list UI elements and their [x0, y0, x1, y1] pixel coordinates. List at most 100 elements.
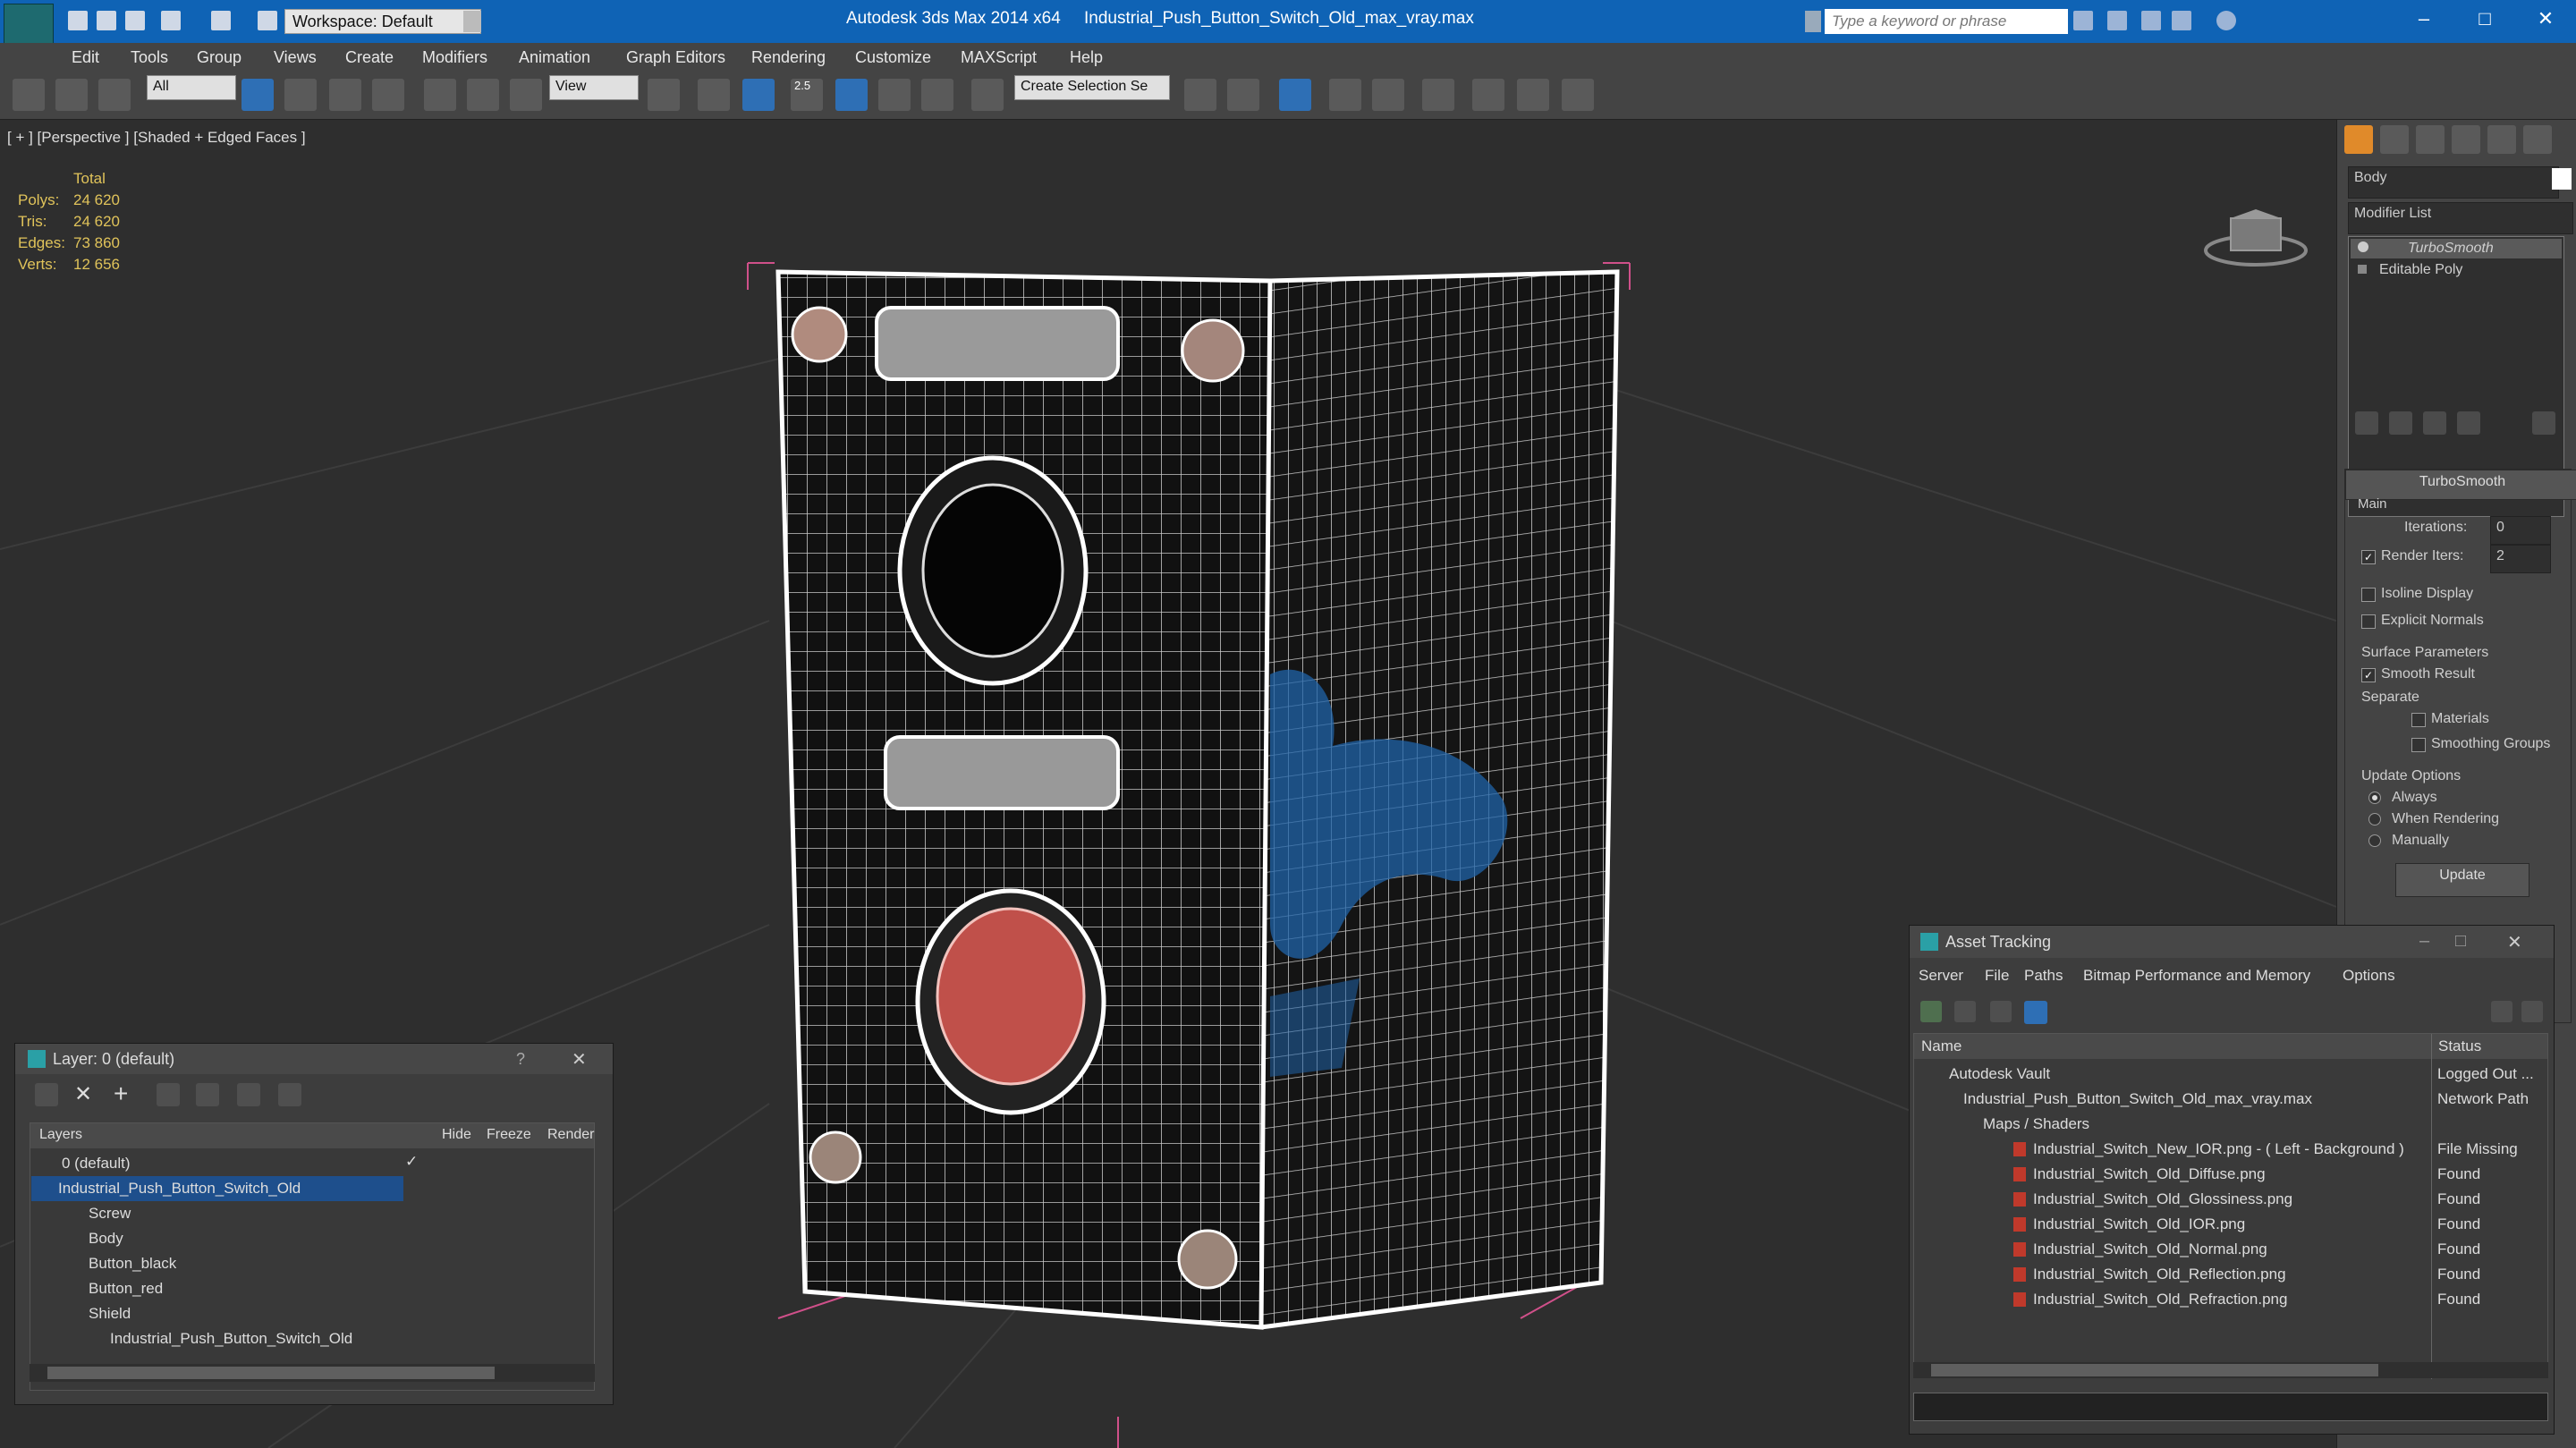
menu-rendering[interactable]: Rendering — [751, 48, 826, 67]
viewport-label[interactable]: [ + ] [Perspective ] [Shaded + Edged Fac… — [7, 129, 306, 147]
selection-filter-dropdown[interactable]: All — [147, 75, 236, 100]
layer-row[interactable]: Button_black — [31, 1251, 593, 1276]
asset-row[interactable]: Industrial_Switch_New_IOR.png - ( Left -… — [1913, 1137, 2539, 1162]
menu-edit[interactable]: Edit — [72, 48, 99, 67]
tree-view-icon[interactable] — [1990, 1001, 2012, 1022]
materials-checkbox[interactable] — [2411, 713, 2426, 727]
save-file-icon[interactable] — [125, 11, 145, 30]
asset-help-icon[interactable] — [2491, 1001, 2512, 1022]
help-icon[interactable] — [2216, 11, 2236, 30]
asset-row[interactable]: Maps / Shaders — [1913, 1112, 2539, 1137]
stack-item-editable-poly[interactable]: Editable Poly — [2351, 260, 2562, 280]
mirror-icon[interactable] — [1184, 79, 1216, 111]
asset-row[interactable]: Industrial_Switch_Old_Glossiness.png Foun… — [1913, 1187, 2539, 1212]
asset-maximize-icon[interactable]: □ — [2455, 931, 2466, 952]
search-input[interactable]: Type a keyword or phrase — [1825, 9, 2068, 34]
rollout-header-turbosmooth[interactable]: TurboSmooth — [2345, 470, 2576, 500]
asset-row[interactable]: Industrial_Switch_Old_Diffuse.png Found — [1913, 1162, 2539, 1187]
modifier-list-dropdown[interactable]: Modifier List — [2348, 202, 2573, 234]
asset-menu-file[interactable]: File — [1985, 967, 2009, 985]
spinner-snap-icon[interactable] — [921, 79, 953, 111]
asset-settings-icon[interactable] — [2521, 1001, 2543, 1022]
layer-row[interactable]: Screw — [31, 1201, 593, 1226]
utilities-tab-icon[interactable] — [2523, 125, 2552, 154]
asset-minimize-icon[interactable]: – — [2419, 931, 2429, 952]
window-crossing-icon[interactable] — [372, 79, 404, 111]
col-freeze[interactable]: Freeze — [487, 1127, 531, 1143]
asset-row[interactable]: Industrial_Push_Button_Switch_Old_max_vr… — [1913, 1087, 2539, 1112]
list-view-icon[interactable] — [1954, 1001, 1976, 1022]
workspace-chevron-icon[interactable] — [463, 11, 481, 32]
make-unique-icon[interactable] — [2423, 411, 2446, 435]
hide-unhide-all-icon[interactable] — [237, 1083, 260, 1106]
rectangular-selection-icon[interactable] — [329, 79, 361, 111]
new-file-icon[interactable] — [68, 11, 88, 30]
asset-row[interactable]: Industrial_Switch_Old_Normal.png Found — [1913, 1237, 2539, 1262]
layer-row[interactable]: 0 (default) ✓ — [31, 1151, 593, 1176]
render-iters-checkbox[interactable]: ✓ — [2361, 550, 2376, 564]
asset-menu-server[interactable]: Server — [1919, 967, 1963, 985]
hierarchy-tab-icon[interactable] — [2416, 125, 2445, 154]
asset-menu-options[interactable]: Options — [2343, 967, 2395, 985]
scrollbar-thumb[interactable] — [47, 1367, 495, 1379]
asset-close-icon[interactable]: ✕ — [2507, 931, 2522, 953]
reference-coordinate-dropdown[interactable]: View — [549, 75, 639, 100]
highlight-selected-layer-icon[interactable] — [196, 1083, 219, 1106]
menu-graph-editors[interactable]: Graph Editors — [626, 48, 725, 67]
render-setup-icon[interactable] — [1472, 79, 1504, 111]
light-bulb-icon[interactable] — [2358, 241, 2368, 252]
show-end-result-icon[interactable] — [2389, 411, 2412, 435]
isoline-display-checkbox[interactable] — [2361, 588, 2376, 602]
select-and-link-icon[interactable] — [13, 79, 45, 111]
asset-path-field[interactable] — [1913, 1393, 2548, 1421]
key-icon[interactable] — [2107, 11, 2127, 30]
unlink-icon[interactable] — [55, 79, 88, 111]
layer-row[interactable]: Button_red — [31, 1276, 593, 1301]
binoculars-icon[interactable] — [2073, 11, 2093, 30]
bind-space-warp-icon[interactable] — [98, 79, 131, 111]
remove-modifier-icon[interactable] — [2457, 411, 2480, 435]
render-iters-spinner[interactable]: 2 — [2490, 545, 2551, 573]
layer-help-button[interactable]: ? — [516, 1050, 525, 1069]
favorites-star-icon[interactable] — [2172, 11, 2191, 30]
layer-horizontal-scrollbar[interactable] — [30, 1364, 595, 1382]
select-objects-in-layer-icon[interactable] — [157, 1083, 180, 1106]
layer-row[interactable]: Industrial_Push_Button_Switch_Old — [31, 1326, 593, 1351]
menu-modifiers[interactable]: Modifiers — [422, 48, 487, 67]
stack-item-turbosmooth[interactable]: TurboSmooth — [2351, 239, 2562, 258]
align-icon[interactable] — [1227, 79, 1259, 111]
motion-tab-icon[interactable] — [2452, 125, 2480, 154]
search-expand-icon[interactable] — [1805, 11, 1821, 32]
percent-snap-icon[interactable] — [878, 79, 911, 111]
angle-snap-icon[interactable] — [835, 79, 868, 111]
layer-manager-icon[interactable] — [1279, 79, 1311, 111]
scrollbar-thumb[interactable] — [1931, 1364, 2378, 1376]
asset-row[interactable]: Industrial_Switch_Old_Refraction.png Foun… — [1913, 1287, 2539, 1312]
when-rendering-radio[interactable] — [2368, 813, 2381, 826]
modify-tab-icon[interactable] — [2380, 125, 2409, 154]
menu-animation[interactable]: Animation — [519, 48, 590, 67]
select-object-icon[interactable] — [242, 79, 274, 111]
communication-icon[interactable] — [2141, 11, 2161, 30]
layer-window-titlebar[interactable]: Layer: 0 (default) ? ✕ — [15, 1044, 613, 1074]
update-button[interactable]: Update — [2395, 863, 2529, 897]
col-status[interactable]: Status — [2438, 1037, 2481, 1055]
explicit-normals-checkbox[interactable] — [2361, 614, 2376, 629]
menu-create[interactable]: Create — [345, 48, 394, 67]
col-layers[interactable]: Layers — [39, 1127, 82, 1143]
menu-maxscript[interactable]: MAXScript — [961, 48, 1037, 67]
edit-named-selection-icon[interactable] — [971, 79, 1004, 111]
maximize-icon[interactable]: □ — [2467, 7, 2503, 34]
close-icon[interactable]: ✕ — [2528, 7, 2563, 34]
asset-menu-paths[interactable]: Paths — [2024, 967, 2063, 985]
always-radio[interactable] — [2368, 792, 2381, 804]
asset-row[interactable]: Autodesk Vault Logged Out ... — [1913, 1062, 2539, 1087]
iterations-spinner[interactable]: 0 — [2490, 516, 2551, 545]
select-and-rotate-icon[interactable] — [467, 79, 499, 111]
freeze-unfreeze-all-icon[interactable] — [278, 1083, 301, 1106]
layer-row[interactable]: Shield — [31, 1301, 593, 1326]
asset-window-titlebar[interactable]: Asset Tracking – □ ✕ — [1910, 926, 2554, 958]
use-pivot-center-icon[interactable] — [648, 79, 680, 111]
col-hide[interactable]: Hide — [442, 1127, 471, 1143]
pin-stack-icon[interactable] — [2355, 411, 2378, 435]
